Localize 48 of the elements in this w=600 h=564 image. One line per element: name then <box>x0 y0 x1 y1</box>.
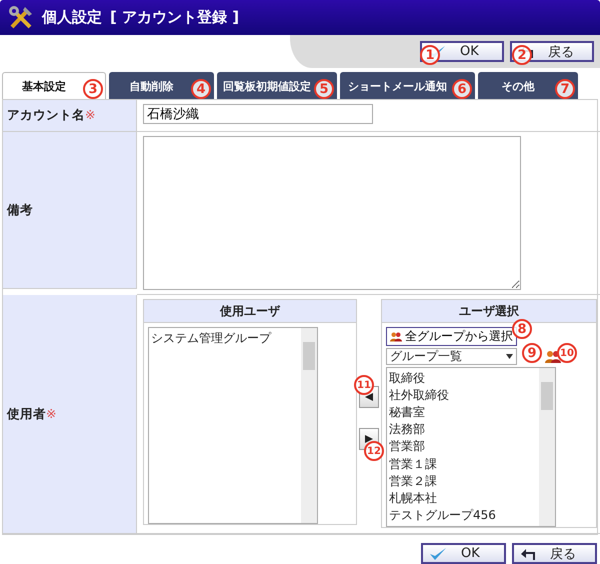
list-item[interactable]: 取締役 <box>389 370 537 388</box>
back-button[interactable]: 戻る <box>512 543 597 564</box>
window-subtitle: [ アカウント登録 ] <box>110 8 240 27</box>
tab[interactable]: 自動削除 4 <box>109 72 214 99</box>
callout-number: 11 <box>354 375 374 395</box>
left-triangle-icon <box>364 392 374 402</box>
list-item[interactable]: 秘書室 <box>389 404 537 422</box>
field-label: アカウント名※ <box>3 100 137 132</box>
account-name-field[interactable]: 石橋沙織 <box>143 104 373 124</box>
right-triangle-icon <box>364 434 374 444</box>
tab[interactable]: その他 7 <box>478 72 578 99</box>
field-label: 備考 <box>3 132 137 289</box>
dropdown-arrow-icon <box>506 354 513 359</box>
scrollbar[interactable] <box>539 368 555 526</box>
tab[interactable]: 基本設定 3 <box>2 72 106 99</box>
list-item[interactable]: 札幌本社 <box>389 490 537 507</box>
callout-number: 3 <box>83 79 103 99</box>
select-all-groups-button[interactable]: 全グループから選択 <box>386 327 517 346</box>
field-label: 使用者※ <box>3 295 137 534</box>
callout-number: 12 <box>364 441 384 461</box>
check-icon <box>429 546 447 560</box>
group-icon <box>390 330 402 344</box>
scrollbar[interactable] <box>301 328 317 523</box>
list-item[interactable]: 社外取締役 <box>389 387 537 404</box>
panel-title: ユーザ選択 <box>382 300 596 323</box>
used-users-list[interactable]: システム管理グループ <box>148 327 318 524</box>
list-item[interactable]: システム管理グループ <box>151 330 299 348</box>
tools-icon <box>8 4 34 30</box>
back-arrow-icon <box>520 548 536 560</box>
notes-field[interactable] <box>143 136 521 290</box>
callout-number: 9 <box>522 343 542 363</box>
callout-number: 6 <box>452 79 472 99</box>
list-item[interactable]: 法務部 <box>389 421 537 438</box>
tab[interactable]: ショートメール通知 6 <box>340 72 475 99</box>
group-dropdown[interactable]: グループ一覧 <box>386 348 517 365</box>
panel-title: 使用ユーザ <box>144 300 356 323</box>
list-item[interactable]: 営業２課 <box>389 472 537 490</box>
list-item[interactable]: 営業部 <box>389 438 537 456</box>
callout-number: 5 <box>314 79 334 99</box>
tab[interactable]: 回覧板初期値設定 5 <box>217 72 337 99</box>
window-title: 個人設定 <box>42 8 102 27</box>
ok-button[interactable]: OK <box>421 543 506 564</box>
list-item[interactable]: テストグループ456 <box>389 506 537 524</box>
group-list[interactable]: 取締役 社外取締役 秘書室 法務部 営業部 営業１課 営業２課 札幌本社 テストグループ456 <box>386 367 556 527</box>
callout-number: 7 <box>555 79 575 99</box>
callout-number: 4 <box>191 79 211 99</box>
list-item[interactable]: 営業１課 <box>389 456 537 473</box>
callout-number: 10 <box>557 343 577 363</box>
